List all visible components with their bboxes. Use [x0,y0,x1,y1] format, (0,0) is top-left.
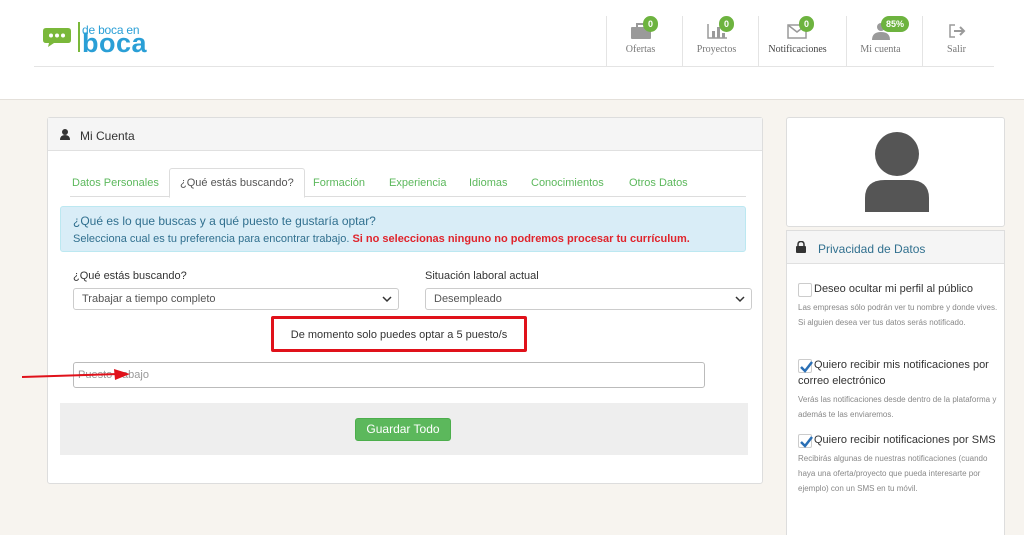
email-notifications-desc: Verás las notificaciones desde dentro de… [798,395,997,419]
hide-profile-desc: Las empresas sólo podrán ver tu nombre y… [798,303,998,327]
info-hint: Selecciona cual es tu preferencia para e… [73,233,350,245]
sms-notifications-checkbox[interactable] [798,434,813,448]
position-limit-highlight: De momento solo puedes optar a 5 puesto/… [271,316,527,352]
nav-proyectos[interactable]: 0 Proyectos [682,16,750,67]
hide-profile-label: Deseo ocultar mi perfil al público [814,283,973,295]
top-header: de boca en boca 0 Ofertas 0 Proyectos 0 … [0,0,1024,100]
nav-ofertas[interactable]: 0 Ofertas [606,16,674,67]
privacy-header: Privacidad de Datos [787,231,1004,264]
nav-label-proyectos: Proyectos [696,44,737,55]
card-header: Mi Cuenta [48,118,762,151]
position-field[interactable] [73,362,705,388]
ofertas-badge: 0 [643,16,659,32]
sms-notifications-label: Quiero recibir notificaciones por SMS [814,434,996,446]
tab-formacion[interactable]: Formación [313,177,365,189]
site-logo[interactable]: de boca en boca [42,20,152,58]
chat-bubble-icon [43,28,71,47]
nav-notificaciones[interactable]: 0 Notificaciones [758,16,836,67]
profile-card [786,117,1005,227]
info-text: Selecciona cual es tu preferencia para e… [73,233,690,245]
nav-label-notificaciones: Notificaciones [768,44,827,55]
nav-label-mi-cuenta: Mi cuenta [860,44,901,55]
lock-icon [796,241,806,253]
tab-datos-personales[interactable]: Datos Personales [72,177,159,189]
position-input[interactable] [74,363,704,387]
privacy-option-sms: Quiero recibir notificaciones por SMS Re… [798,432,998,496]
position-limit-text: De momento solo puedes optar a 5 puesto/… [290,329,508,341]
tab-bar: Datos Personales ¿Qué estás buscando? Fo… [70,168,746,198]
notificaciones-badge: 0 [799,16,815,32]
nav-label-ofertas: Ofertas [625,44,656,55]
tab-conocimientos[interactable]: Conocimientos [531,177,604,189]
privacy-option-hide-profile: Deseo ocultar mi perfil al público Las e… [798,281,998,330]
mi-cuenta-card: Mi Cuenta Datos Personales ¿Qué estás bu… [47,117,763,484]
work-status-value: Desempleado [434,293,502,305]
hide-profile-checkbox[interactable] [798,283,812,297]
chevron-down-icon [382,296,392,303]
work-status-label: Situación laboral actual [425,270,539,282]
tab-que-estas-buscando[interactable]: ¿Qué estás buscando? [169,168,305,198]
search-type-select[interactable]: Trabajar a tiempo completo [73,288,399,310]
nav-label-salir: Salir [947,44,966,55]
info-alert: ¿Qué es lo que buscas y a qué puesto te … [60,206,746,252]
info-question: ¿Qué es lo que buscas y a qué puesto te … [73,214,376,228]
info-warning: Si no seleccionas ninguno no podremos pr… [352,233,690,245]
tab-otros-datos[interactable]: Otros Datos [629,177,688,189]
search-type-value: Trabajar a tiempo completo [82,293,216,305]
avatar-placeholder-icon[interactable] [865,132,929,212]
tab-experiencia[interactable]: Experiencia [389,177,446,189]
logo-line2: boca [82,28,148,58]
privacy-option-email: Quiero recibir mis notificaciones por co… [798,357,998,422]
tab-idiomas[interactable]: Idiomas [469,177,508,189]
chevron-down-icon [735,296,745,303]
annotation-arrow-icon [22,369,130,380]
search-type-label: ¿Qué estás buscando? [73,270,187,282]
nav-salir[interactable]: Salir [922,16,990,67]
sms-notifications-desc: Recibirás algunas de nuestras notificaci… [798,454,988,493]
privacy-card: Privacidad de Datos Deseo ocultar mi per… [786,230,1005,535]
header-bar: de boca en boca 0 Ofertas 0 Proyectos 0 … [34,0,994,67]
privacy-title: Privacidad de Datos [818,242,926,256]
mi-cuenta-badge: 85% [881,16,910,32]
logo-divider [78,22,80,52]
checkmark-icon [800,361,813,373]
proyectos-badge: 0 [719,16,735,32]
card-title: Mi Cuenta [80,129,135,143]
save-bar: Guardar Todo [60,403,748,455]
sign-out-icon [949,24,966,38]
save-all-button[interactable]: Guardar Todo [355,418,451,441]
email-notifications-checkbox[interactable] [798,359,813,373]
work-status-select[interactable]: Desempleado [425,288,752,310]
user-icon [60,129,70,140]
checkmark-icon [800,436,813,448]
nav-mi-cuenta[interactable]: 85% Mi cuenta [846,16,914,67]
email-notifications-label: Quiero recibir mis notificaciones por co… [798,359,989,387]
